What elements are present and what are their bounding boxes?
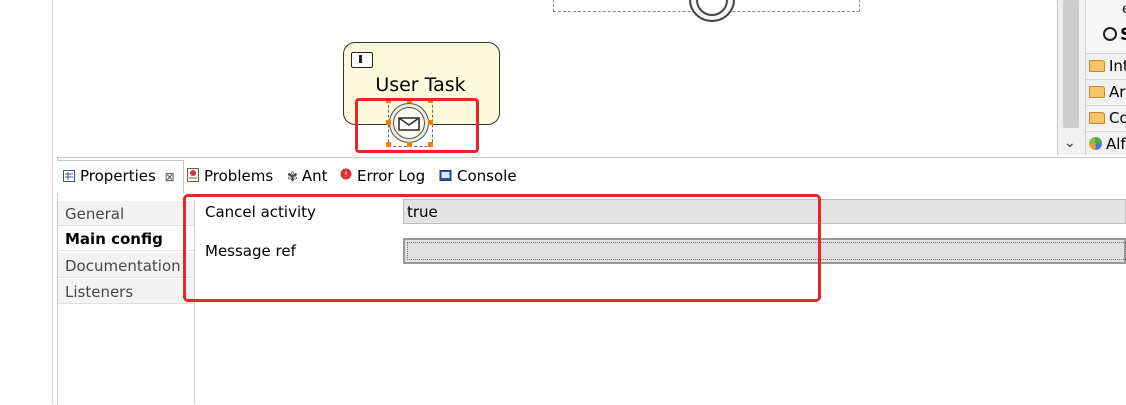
tab-label: Problems: [204, 167, 274, 185]
tab-label: Error Log: [357, 167, 426, 185]
scroll-down-arrow-icon[interactable]: ⌄: [1064, 135, 1076, 151]
folder-icon: [1089, 86, 1105, 98]
highlight-box-properties: [183, 194, 821, 302]
problems-icon: [187, 168, 199, 182]
palette-section-heading: S: [1120, 25, 1126, 45]
error-log-icon: !: [340, 168, 352, 180]
tab-label: Console: [457, 167, 517, 185]
tab-problems[interactable]: Problems: [187, 167, 273, 185]
palette-drawer-label: Ar: [1109, 83, 1126, 101]
console-icon: [439, 170, 452, 181]
tab-properties-title[interactable]: Properties ⊠: [63, 167, 175, 185]
user-task-type-icon: [351, 52, 373, 68]
palette-panel: e S Int Ar Co Alf: [1085, 0, 1126, 155]
palette-drawer-ar[interactable]: Ar: [1086, 79, 1126, 104]
tab-label: Ant: [301, 167, 328, 185]
nav-item-general[interactable]: General: [58, 201, 194, 226]
diagram-canvas[interactable]: [53, 0, 1057, 155]
palette-drawer-label: Alf: [1106, 135, 1126, 153]
palette-drawer-label: Int: [1109, 57, 1126, 75]
tab-error-log[interactable]: ! Error Log: [340, 167, 425, 185]
palette-section-icon: [1103, 27, 1117, 41]
alfresco-icon: [1089, 137, 1102, 150]
window-left-edge: [0, 0, 53, 404]
palette-drawer-alf[interactable]: Alf: [1086, 131, 1126, 155]
tab-console[interactable]: Console: [439, 167, 517, 185]
tab-ant[interactable]: ✾ Ant: [287, 167, 328, 185]
nav-item-documentation[interactable]: Documentation: [58, 253, 194, 278]
folder-icon: [1089, 112, 1105, 124]
palette-partial-text: e: [1122, 2, 1126, 17]
highlight-box-event: [355, 98, 479, 153]
palette-drawer-co[interactable]: Co: [1086, 105, 1126, 130]
scrollbar-thumb[interactable]: [1063, 0, 1079, 128]
tab-label: Properties: [80, 167, 156, 185]
close-tab-icon[interactable]: ⊠: [165, 170, 175, 184]
folder-icon: [1089, 60, 1105, 72]
svg-text:!: !: [344, 170, 347, 179]
nav-item-listeners[interactable]: Listeners: [58, 279, 194, 304]
nav-item-main-config[interactable]: Main config: [58, 226, 194, 251]
properties-icon: [63, 170, 75, 182]
ant-icon: ✾: [287, 170, 298, 185]
palette-drawer-label: Co: [1109, 109, 1126, 127]
user-task-type-icon-arrow: [359, 55, 362, 63]
palette-drawer-int[interactable]: Int: [1086, 53, 1126, 78]
user-task-label: User Task: [375, 74, 466, 96]
